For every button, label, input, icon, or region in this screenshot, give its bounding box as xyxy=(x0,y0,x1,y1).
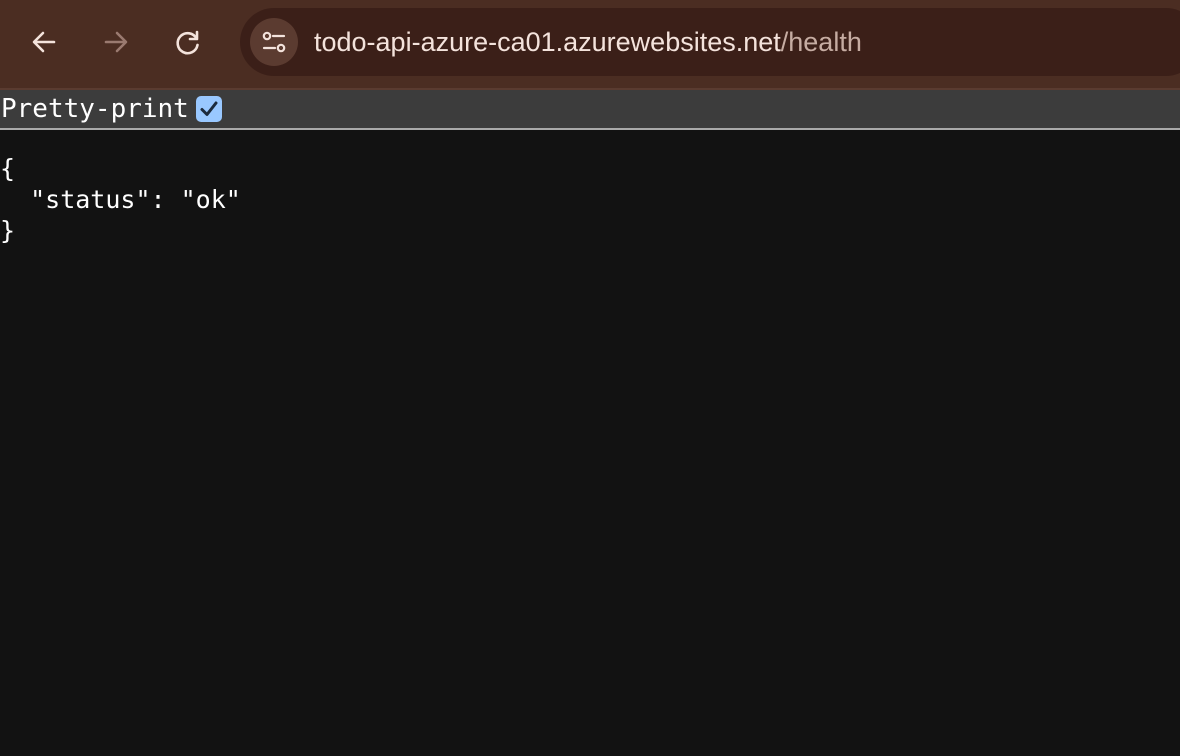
json-content: { "status": "ok"} xyxy=(0,153,241,246)
address-bar[interactable]: todo-api-azure-ca01.azurewebsites.net/he… xyxy=(240,8,1180,76)
json-status-line: "status": "ok" xyxy=(0,185,241,214)
arrow-right-icon xyxy=(104,31,128,53)
browser-toolbar: todo-api-azure-ca01.azurewebsites.net/he… xyxy=(0,0,1180,88)
tune-icon xyxy=(262,31,286,53)
checkmark-icon xyxy=(200,101,218,116)
url-text[interactable]: todo-api-azure-ca01.azurewebsites.net/he… xyxy=(314,25,862,59)
forward-button[interactable] xyxy=(96,22,136,62)
site-info-button[interactable] xyxy=(250,18,298,66)
pretty-print-bar: Pretty-print xyxy=(0,90,1180,130)
arrow-left-icon xyxy=(32,31,56,53)
back-button[interactable] xyxy=(24,22,64,62)
url-path: /health xyxy=(780,27,862,57)
url-host: todo-api-azure-ca01.azurewebsites.net xyxy=(314,27,781,57)
pretty-print-label: Pretty-print xyxy=(1,94,189,124)
reload-button[interactable] xyxy=(168,22,208,62)
json-open-brace: { xyxy=(0,154,16,183)
pretty-print-checkbox[interactable] xyxy=(196,96,222,122)
reload-icon xyxy=(176,30,199,55)
json-close-brace: } xyxy=(0,216,16,245)
